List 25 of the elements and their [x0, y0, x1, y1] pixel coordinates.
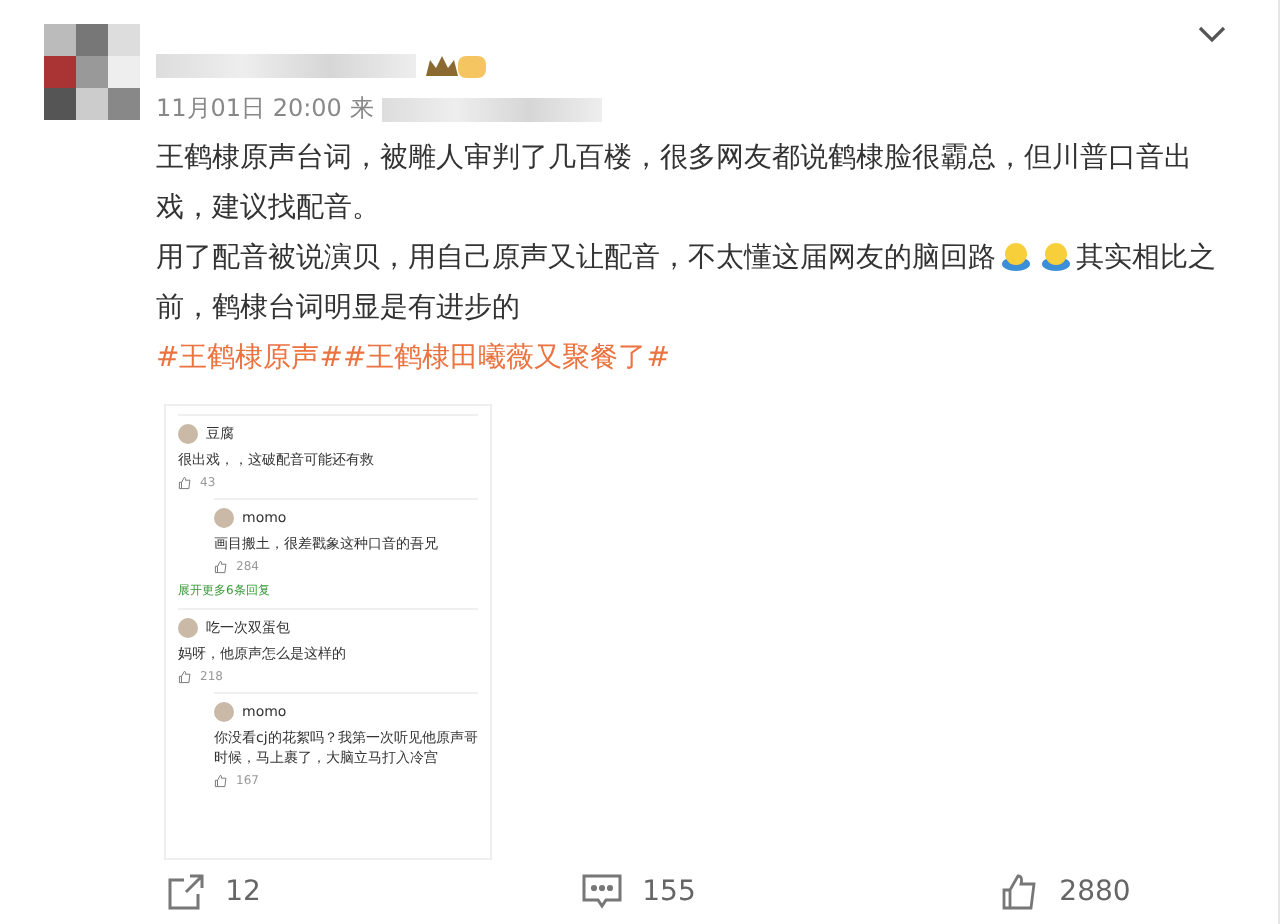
share-icon	[165, 872, 206, 912]
thumbs-up-icon	[999, 872, 1040, 912]
share-count[interactable]: 12	[225, 876, 261, 908]
comment-icon	[582, 874, 623, 910]
avatar	[178, 424, 198, 444]
avatar	[214, 508, 234, 528]
comment-count[interactable]: 155	[642, 876, 696, 908]
post-text: 用了配音被说演贝，用自己原声又让配音，不太懂这届网友的脑回路 其实相比之前，鹤棣台词明显是有进步的	[156, 238, 1218, 328]
like-count[interactable]: 2880	[1059, 876, 1131, 908]
hashtag-link[interactable]: #王鹤棣田曦薇又聚餐了#	[342, 342, 670, 374]
avatar	[178, 618, 198, 638]
post-source: 来	[349, 92, 374, 126]
avatar	[44, 24, 140, 120]
post-text: 王鹤棣原声台词，被雕人审判了几百楼，很多网友都说鹤棣脸很霸总，但川普口音出戏，建议找配音。	[156, 140, 1194, 228]
post-time: 11月01日 20:00	[156, 92, 342, 126]
thumbs-up-icon	[178, 476, 192, 490]
thumbs-up-icon	[214, 774, 228, 788]
crown-badge-icon	[424, 52, 488, 80]
thumbs-up-icon	[178, 670, 192, 684]
thumbs-up-icon	[214, 560, 228, 574]
emoji-icon	[1000, 240, 1032, 272]
hashtag-link[interactable]: #王鹤棣原声#	[156, 342, 343, 374]
avatar	[214, 702, 234, 722]
emoji-icon	[1040, 240, 1072, 272]
chevron-down-icon[interactable]	[1198, 24, 1226, 44]
